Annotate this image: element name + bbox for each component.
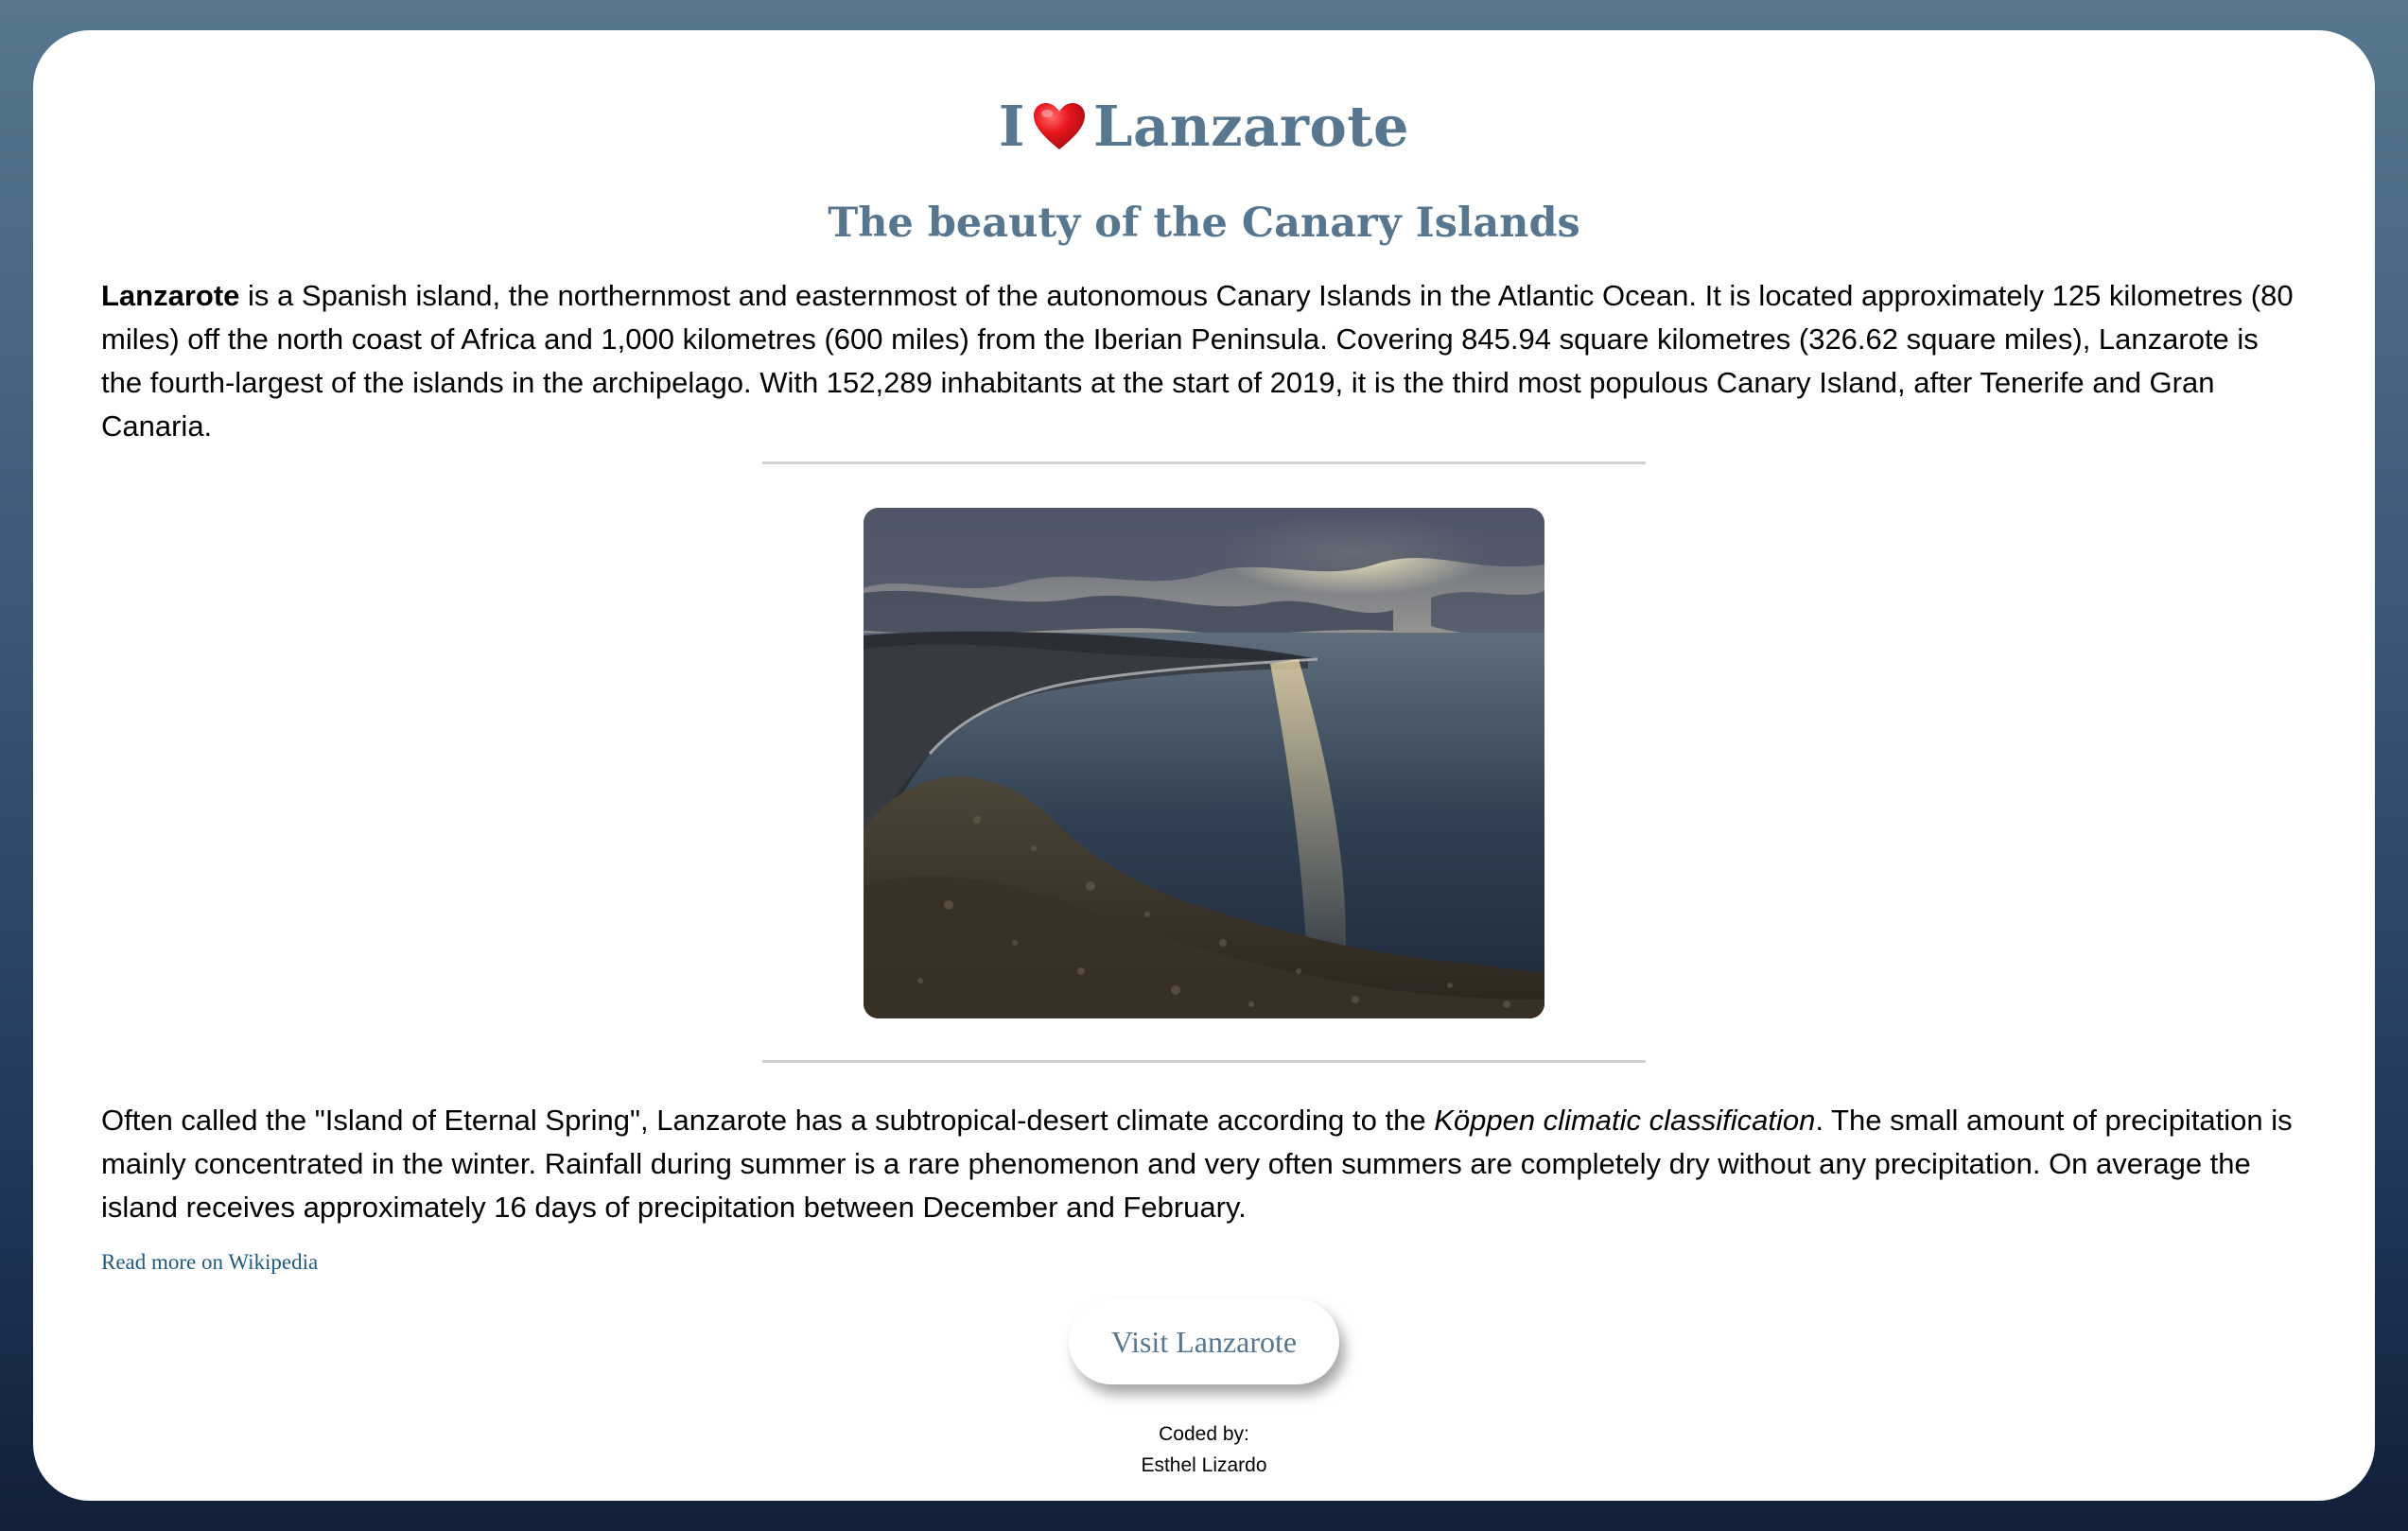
- heart-icon: [1034, 103, 1086, 149]
- title-word-lanzarote: Lanzarote: [1093, 94, 1410, 159]
- intro-text: is a Spanish island, the northernmost an…: [101, 279, 2294, 443]
- wikipedia-link[interactable]: Read more on Wikipedia: [101, 1250, 318, 1275]
- climate-text-start: Often called the "Island of Eternal Spri…: [101, 1104, 1435, 1137]
- lanzarote-photo: [864, 508, 1544, 1018]
- climate-classification-italic: Köppen climatic classification: [1434, 1104, 1816, 1137]
- content-card: I Lanzarote The beauty of the Canary Isl…: [33, 30, 2375, 1501]
- footer: Coded by: Esthel Lizardo: [101, 1418, 2307, 1481]
- divider-top: [762, 461, 1646, 464]
- intro-paragraph: Lanzarote is a Spanish island, the north…: [101, 274, 2307, 448]
- footer-author: Esthel Lizardo: [1141, 1454, 1267, 1476]
- landscape-image: [864, 508, 1544, 1018]
- intro-bold-lanzarote: Lanzarote: [101, 279, 240, 312]
- divider-bottom: [762, 1060, 1646, 1063]
- page-title: I Lanzarote: [101, 30, 2307, 159]
- visit-lanzarote-button[interactable]: Visit Lanzarote: [1069, 1299, 1339, 1384]
- button-row: Visit Lanzarote: [101, 1299, 2307, 1384]
- page-subtitle: The beauty of the Canary Islands: [828, 200, 1580, 247]
- footer-coded-by: Coded by:: [1159, 1423, 1249, 1445]
- title-word-i: I: [998, 94, 1026, 159]
- climate-paragraph: Often called the "Island of Eternal Spri…: [101, 1099, 2307, 1229]
